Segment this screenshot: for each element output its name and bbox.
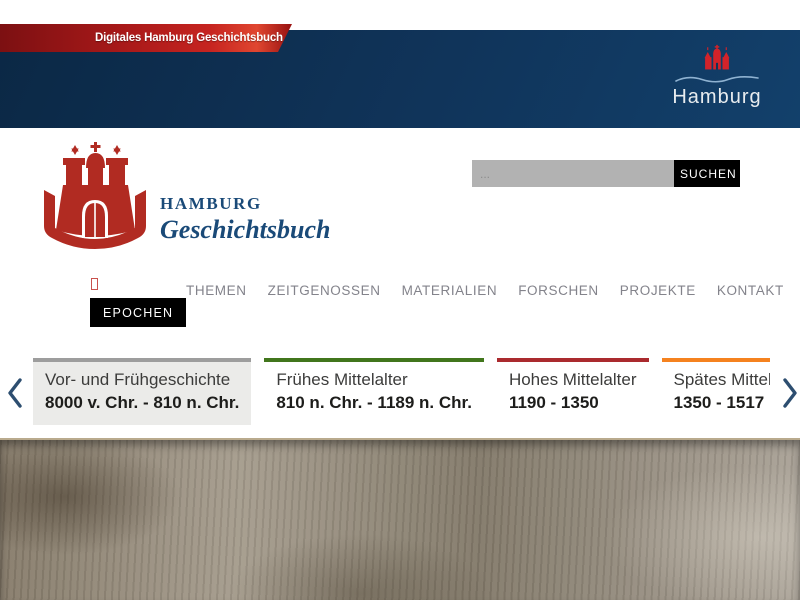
epoch-card-fruehes-mittelalter[interactable]: Frühes Mittelalter 810 n. Chr. - 1189 n.… xyxy=(264,358,484,425)
site-ribbon-banner[interactable]: Digitales Hamburg Geschichtsbuch xyxy=(0,24,292,52)
wave-icon xyxy=(670,74,764,84)
hamburg-state-logo[interactable]: Hamburg xyxy=(670,44,764,109)
epoch-period: 8000 v. Chr. - 810 n. Chr. xyxy=(45,393,239,413)
brand-text: HAMBURG Geschichtsbuch xyxy=(160,194,330,245)
epoch-card-hohes-mittelalter[interactable]: Hohes Mittelalter 1190 - 1350 xyxy=(497,358,649,425)
epoch-card-spaetes-mittelalter[interactable]: Spätes Mittelalter 1350 - 1517 xyxy=(662,358,771,425)
castle-book-icon xyxy=(38,239,152,256)
photo-collage-strip xyxy=(0,438,800,600)
missing-glyph-icon xyxy=(91,278,98,290)
ribbon-label: Digitales Hamburg Geschichtsbuch xyxy=(0,32,283,44)
nav-item-epochen[interactable]: EPOCHEN xyxy=(90,298,186,327)
epoch-period: 1190 - 1350 xyxy=(509,393,637,413)
search-button[interactable]: SUCHEN xyxy=(674,160,740,187)
search-bar: SUCHEN xyxy=(472,160,740,187)
page: Digitales Hamburg Geschichtsbuch Ham xyxy=(0,0,800,600)
nav-item-forschen[interactable]: FORSCHEN xyxy=(518,283,599,298)
hamburg-castle-icon xyxy=(670,44,764,76)
epoch-title: Hohes Mittelalter xyxy=(509,370,637,390)
epoch-card-vor-und-fruehgeschichte[interactable]: Vor- und Frühgeschichte 8000 v. Chr. - 8… xyxy=(33,358,251,425)
search-input[interactable] xyxy=(472,160,674,187)
nav-item-projekte[interactable]: PROJEKTE xyxy=(620,283,696,298)
nav-item-themen[interactable]: THEMEN xyxy=(186,283,247,298)
epoch-title: Vor- und Frühgeschichte xyxy=(45,370,239,390)
chevron-right-icon xyxy=(782,397,799,412)
epoch-title: Spätes Mittelalter xyxy=(674,370,771,390)
nav-item-kontakt[interactable]: KONTAKT xyxy=(717,283,784,298)
brand-title: HAMBURG xyxy=(160,194,330,214)
epoch-title: Frühes Mittelalter xyxy=(276,370,472,390)
carousel-next-button[interactable] xyxy=(780,377,800,411)
nav-item-zeitgenossen[interactable]: ZEITGENOSSEN xyxy=(268,283,381,298)
main-nav: THEMEN ZEITGENOSSEN MATERIALIEN FORSCHEN… xyxy=(186,283,784,298)
epoch-period: 1350 - 1517 xyxy=(674,393,771,413)
chevron-left-icon xyxy=(6,397,23,412)
brand-subtitle: Geschichtsbuch xyxy=(160,215,330,245)
epoch-period: 810 n. Chr. - 1189 n. Chr. xyxy=(276,393,472,413)
nav-item-materialien[interactable]: MATERIALIEN xyxy=(402,283,498,298)
epoch-carousel: Vor- und Frühgeschichte 8000 v. Chr. - 8… xyxy=(33,358,770,425)
carousel-prev-button[interactable] xyxy=(4,377,24,411)
hamburg-wordmark: Hamburg xyxy=(670,86,764,109)
site-logo[interactable] xyxy=(38,138,152,257)
